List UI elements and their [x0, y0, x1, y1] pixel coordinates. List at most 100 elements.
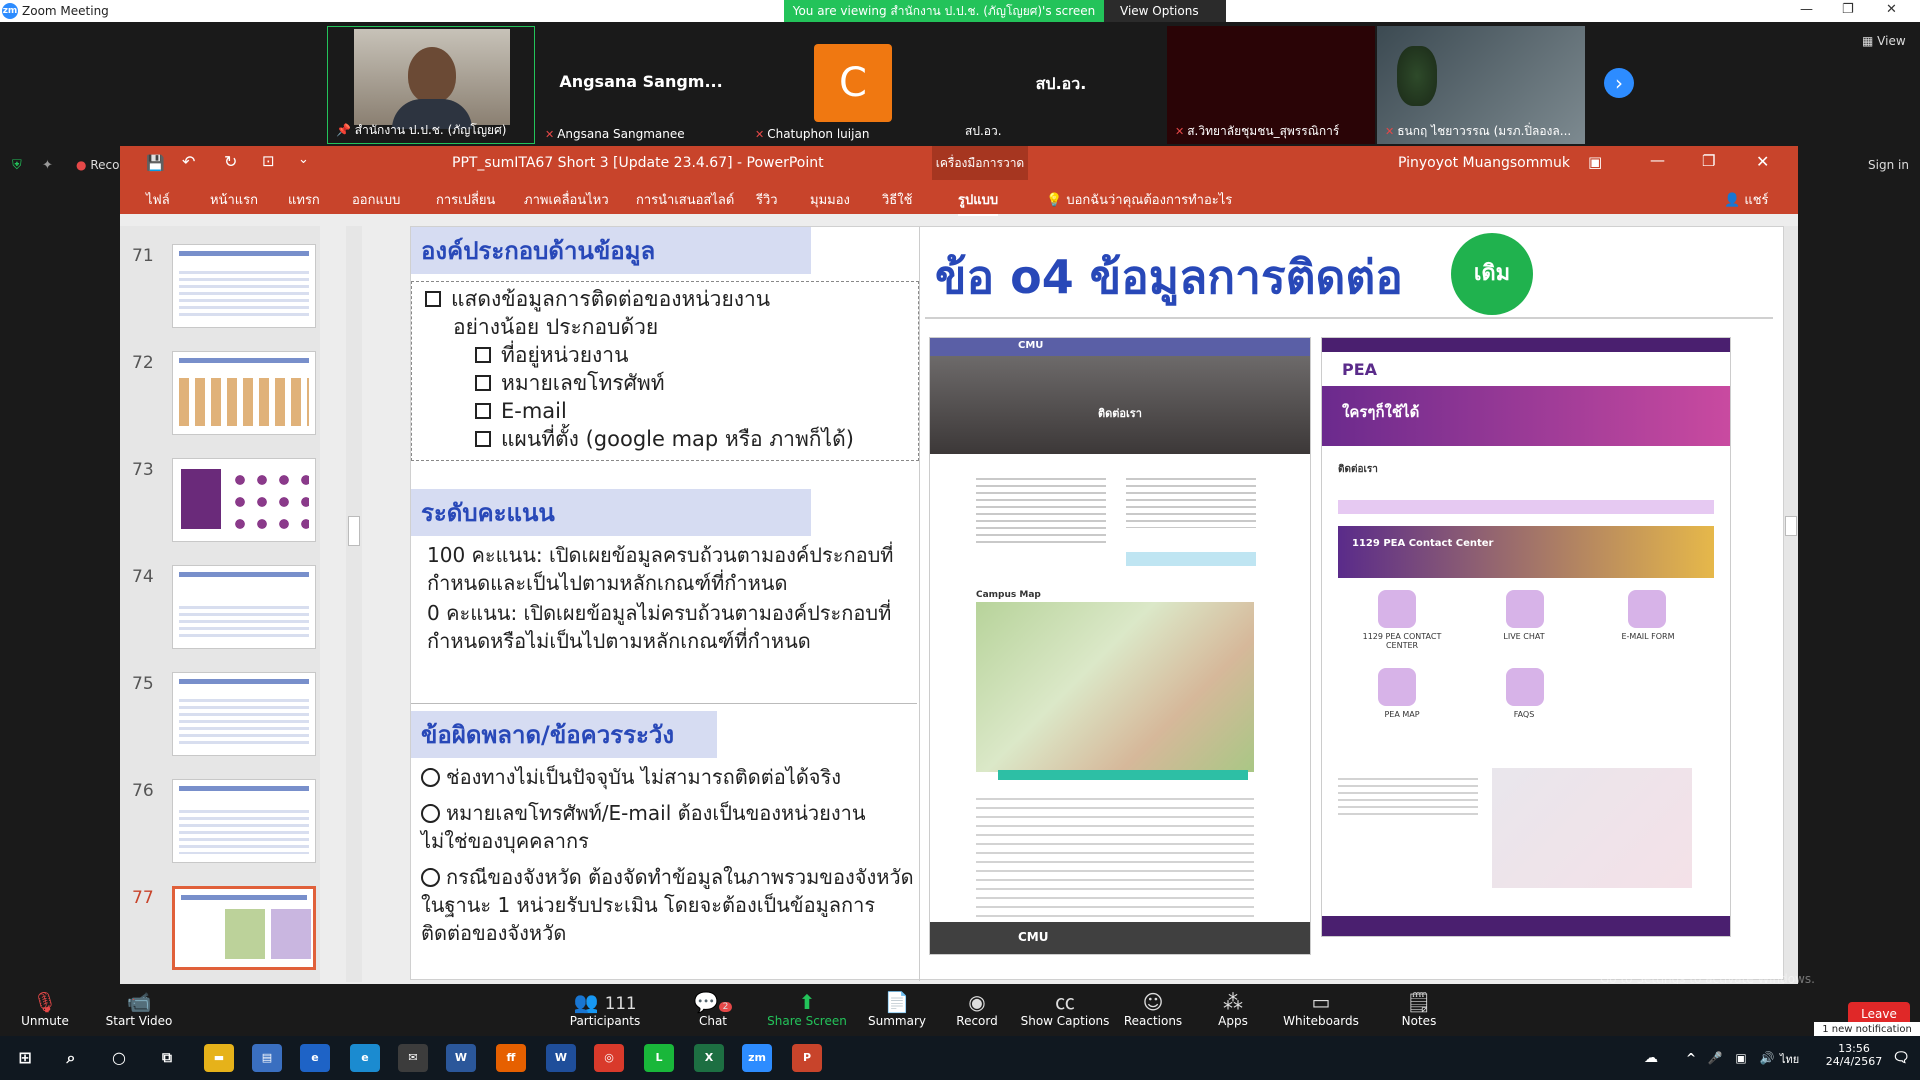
tab-slideshow[interactable]: การนำเสนอสไลด์ [636, 189, 734, 210]
ribbon-display-icon[interactable]: ▣ [1588, 153, 1602, 171]
slide-thumbnail[interactable] [172, 458, 316, 542]
participants-button[interactable]: 👥 111 Participants [560, 990, 650, 1028]
tab-transitions[interactable]: การเปลี่ยน [436, 189, 495, 210]
start-video-button[interactable]: 📹 Start Video [94, 990, 184, 1028]
slide-scrollbar[interactable] [1784, 226, 1798, 986]
store-icon[interactable]: ▤ [252, 1044, 282, 1072]
windows-start-icon[interactable]: ⊞ [10, 1044, 40, 1072]
participant-tile[interactable]: C ✕ Chatuphon luijan [747, 26, 955, 144]
ppt-restore-icon[interactable]: ❐ [1702, 152, 1715, 170]
participant-tile[interactable]: 📌 สำนักงาน ป.ป.ช. (ภัญโญยศ) [327, 26, 535, 144]
muted-mic-icon: ✕ [755, 128, 765, 141]
thumb-scrollbar[interactable] [346, 226, 362, 982]
volume-icon[interactable]: 🔊 [1752, 1044, 1782, 1072]
badge-old: เดิม [1451, 233, 1533, 315]
clock[interactable]: 13:56 24/4/2567 [1822, 1042, 1886, 1068]
item-email: E-mail [475, 397, 567, 425]
clock-date: 24/4/2567 [1825, 1055, 1883, 1068]
view-options-button[interactable]: View Options ⌄ [1104, 0, 1226, 40]
share-screen-button[interactable]: ⬆ Share Screen [762, 990, 852, 1028]
slide-thumbnail-selected[interactable] [172, 886, 316, 970]
slideshow-icon[interactable]: ⊡ [262, 152, 275, 170]
tab-review[interactable]: รีวิว [756, 189, 778, 210]
slide-thumbnail[interactable] [172, 351, 316, 435]
customize-qat-icon[interactable]: ⌄ [298, 152, 309, 167]
pea-cell-1: 1129 PEA CONTACT CENTER [1362, 632, 1442, 650]
checkbox-icon [425, 291, 441, 307]
ppt-close-icon[interactable]: ✕ [1756, 152, 1769, 171]
participant-big-name: Angsana Sangm... [559, 72, 723, 91]
apps-button[interactable]: ⁂ Apps [1188, 990, 1278, 1028]
windows-taskbar: ⊞ ⌕ ○ ⧉ ▬ ▤ e e ✉ W ff W ◎ L X zm P ☁ ^ … [0, 1036, 1920, 1080]
share-button[interactable]: 👤 แชร์ [1724, 189, 1769, 210]
thumb-scroll-handle[interactable] [348, 516, 360, 546]
tab-animations[interactable]: ภาพเคลื่อนไหว [524, 189, 609, 210]
next-page-icon[interactable]: › [1604, 68, 1634, 98]
undo-icon[interactable]: ↶ [182, 152, 195, 171]
edge-icon[interactable]: e [350, 1044, 380, 1072]
reactions-button[interactable]: ☺ Reactions [1108, 990, 1198, 1028]
line-icon[interactable]: L [644, 1044, 674, 1072]
restore-icon[interactable]: ❐ [1842, 2, 1854, 17]
whiteboards-button[interactable]: ▭ Whiteboards [1276, 990, 1366, 1028]
tab-home[interactable]: หน้าแรก [210, 189, 258, 210]
sign-in-link[interactable]: Sign in [1868, 158, 1909, 172]
slide-main-title: ข้อ o4 ข้อมูลการติดต่อ [935, 250, 1403, 304]
slide-thumbnails[interactable]: 71 72 73 74 75 76 77 [120, 226, 320, 986]
zoom-taskbar-icon[interactable]: zm [742, 1044, 772, 1072]
app-icon[interactable]: W [546, 1044, 576, 1072]
powerpoint-taskbar-icon[interactable]: P [792, 1044, 822, 1072]
view-button[interactable]: ▦ View [1862, 34, 1906, 48]
apps-small-icon[interactable]: ✦ [42, 158, 53, 173]
participant-tile[interactable]: สป.อว. สป.อว. [957, 26, 1165, 144]
chrome-icon[interactable]: ◎ [594, 1044, 624, 1072]
input-language[interactable]: ไทย [1780, 1050, 1799, 1068]
pin-icon: 📌 [336, 123, 351, 137]
participant-tile[interactable]: Angsana Sangm... ✕ Angsana Sangmanee [537, 26, 745, 144]
ie-icon[interactable]: e [300, 1044, 330, 1072]
tab-format[interactable]: รูปแบบ [958, 189, 999, 216]
file-explorer-icon[interactable]: ▬ [204, 1044, 234, 1072]
slide-thumbnail[interactable] [172, 244, 316, 328]
firefox-icon[interactable]: ff [496, 1044, 526, 1072]
ppt-minimize-icon[interactable]: — [1650, 151, 1665, 169]
action-center-icon[interactable]: 🗨 [1886, 1044, 1916, 1072]
task-view-icon[interactable]: ⧉ [152, 1044, 182, 1072]
tab-insert[interactable]: แทรก [288, 189, 320, 210]
tab-view[interactable]: มุมมอง [810, 189, 850, 210]
participant-tile[interactable]: ✕ ธนกฤ ไชยาวรรณ (มรภ.ปิ่ลองล... [1377, 26, 1585, 144]
slide-canvas[interactable]: องค์ประกอบด้านข้อมูล แสดงข้อมูลการติดต่อ… [410, 226, 1784, 981]
notes-button[interactable]: 🗒 Notes [1374, 990, 1464, 1028]
redo-icon[interactable]: ↻ [224, 152, 237, 171]
excel-icon[interactable]: X [694, 1044, 724, 1072]
minimize-icon[interactable]: — [1800, 2, 1813, 17]
summary-button[interactable]: 📄 Summary [852, 990, 942, 1028]
save-icon[interactable]: 💾 [146, 154, 165, 172]
tab-design[interactable]: ออกแบบ [352, 189, 400, 210]
slide-thumbnail[interactable] [172, 779, 316, 863]
cmu-website-screenshot: CMU ติดต่อเรา Campus Map CMU [929, 337, 1311, 955]
word-icon[interactable]: W [446, 1044, 476, 1072]
slide-thumbnail[interactable] [172, 672, 316, 756]
show-captions-button[interactable]: ㏄ Show Captions [1020, 990, 1110, 1028]
chat-button[interactable]: 💬 2 Chat [668, 990, 758, 1028]
tab-file[interactable]: ไฟล์ [146, 189, 170, 210]
participant-name: สป.อว. [965, 124, 1002, 138]
close-icon[interactable]: ✕ [1886, 2, 1897, 17]
slide-thumbnail[interactable] [172, 565, 316, 649]
mail-icon[interactable]: ✉ [398, 1044, 428, 1072]
caution-3: กรณีของจังหวัด ต้องจัดทำข้อมูลในภาพรวมขอ… [421, 865, 914, 945]
participant-tile[interactable]: ✕ ส.วิทยาลัยชุมชน_สุพรรณิการ์ [1167, 26, 1375, 144]
slide-scroll-handle[interactable] [1785, 516, 1797, 536]
tell-me-box[interactable]: 💡 บอกฉันว่าคุณต้องการทำอะไร [1046, 189, 1232, 210]
record-button[interactable]: ◉ Record [932, 990, 1022, 1028]
ppt-user-name[interactable]: Pinyoyot Muangsommuk [1398, 155, 1570, 171]
search-icon[interactable]: ⌕ [56, 1044, 86, 1072]
cmu-campus-map-label: Campus Map [976, 590, 1041, 600]
unmute-button[interactable]: 🎙 Unmute [0, 990, 90, 1028]
caution-2: หมายเลขโทรศัพท์/E-mail ต้องเป็นของหน่วยง… [421, 801, 866, 853]
muted-mic-icon: ✕ [1175, 125, 1185, 138]
tab-help[interactable]: วิธีใช้ [882, 189, 912, 210]
cortana-icon[interactable]: ○ [104, 1044, 134, 1072]
weather-icon[interactable]: ☁ [1636, 1044, 1666, 1072]
